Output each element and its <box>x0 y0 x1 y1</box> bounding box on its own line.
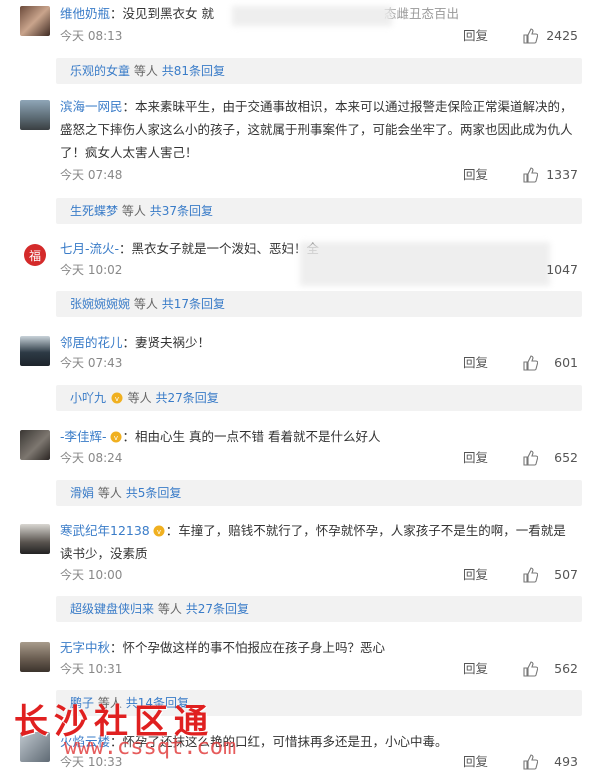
sub-reply-mid: 等人 <box>133 297 158 311</box>
reply-button[interactable]: 回复 <box>463 660 488 678</box>
timestamp: 今天 10:31 <box>60 662 123 676</box>
sub-reply-count[interactable]: 共37条回复 <box>150 204 213 218</box>
reply-button[interactable]: 回复 <box>463 753 488 771</box>
username[interactable]: 寒武纪年12138 <box>60 523 150 538</box>
avatar[interactable] <box>20 430 50 460</box>
thumbs-up-icon[interactable] <box>522 355 538 371</box>
sub-reply-count[interactable]: 共17条回复 <box>162 297 225 311</box>
vip-badge-icon: v <box>153 525 165 537</box>
svg-text:v: v <box>115 395 119 403</box>
thumbs-up-icon[interactable] <box>522 754 538 770</box>
timestamp: 今天 08:24 <box>60 451 123 465</box>
sub-replies[interactable]: 滑娟 等人 共5条回复 <box>56 480 582 506</box>
reply-button[interactable]: 回复 <box>463 354 488 372</box>
avatar[interactable]: 福 <box>20 240 50 270</box>
sub-reply-user[interactable]: 张婉婉婉婉 <box>70 297 130 311</box>
avatar[interactable] <box>20 524 50 554</box>
timestamp: 今天 08:13 <box>60 29 123 43</box>
sub-replies[interactable]: 张婉婉婉婉 等人 共17条回复 <box>56 291 582 317</box>
sub-replies[interactable]: 小吖九 v 等人 共27条回复 <box>56 385 582 411</box>
like-count: 2425 <box>546 28 578 43</box>
reply-button[interactable]: 回复 <box>463 566 488 584</box>
like-count: 562 <box>554 661 578 676</box>
comment-text: ：相由心生 真的一点不错 看着就不是什么好人 <box>122 429 381 444</box>
sub-reply-count[interactable]: 共81条回复 <box>162 64 225 78</box>
sub-reply-mid: 等人 <box>97 486 122 500</box>
watermark-url: www.cssqt.com <box>64 735 237 760</box>
svg-text:v: v <box>113 434 117 442</box>
sub-reply-count[interactable]: 共5条回复 <box>126 486 182 500</box>
sub-reply-user[interactable]: 超级键盘侠归来 <box>70 602 154 616</box>
comment-1: 维他奶瓶：没见到黑衣女 就 态雌丑态百出 今天 08:13 回复 2425 乐观的… <box>0 0 592 88</box>
avatar[interactable] <box>20 642 50 672</box>
reply-button[interactable]: 回复 <box>463 449 488 467</box>
username[interactable]: 邻居的花儿 <box>60 335 123 350</box>
sub-replies[interactable]: 超级键盘侠归来 等人 共27条回复 <box>56 596 582 622</box>
comment-4: 邻居的花儿：妻贤夫祸少！ 今天 07:43 回复 601 小吖九 v 等人 共2… <box>0 330 592 416</box>
thumbs-up-icon[interactable] <box>522 661 538 677</box>
username[interactable]: 无字中秋 <box>60 640 110 655</box>
vip-badge-icon: v <box>110 431 122 443</box>
username[interactable]: 维他奶瓶 <box>60 6 110 21</box>
avatar[interactable] <box>20 100 50 130</box>
sub-reply-user[interactable]: 滑娟 <box>70 486 94 500</box>
like-count: 507 <box>554 567 578 582</box>
comment-text: ：本来素昧平生，由于交通事故相识，本来可以通过报警走保险正常渠道解决的，盛怒之下… <box>60 99 573 160</box>
comment-3: 福 七月-流火-：黑衣女子就是一个泼妇、恶妇！全 今天 10:02 1047 张… <box>0 236 592 322</box>
sub-reply-user[interactable]: 小吖九 <box>70 391 106 405</box>
thumbs-up-icon[interactable] <box>522 450 538 466</box>
sub-reply-mid: 等人 <box>127 391 152 405</box>
comment-6: 寒武纪年12138 v ：车撞了，赔钱不就行了，怀孕就怀孕，人家孩子不是生的啊，一看… <box>0 516 592 626</box>
vip-badge-icon: v <box>111 392 123 404</box>
timestamp: 今天 07:43 <box>60 356 123 370</box>
thumbs-up-icon[interactable] <box>522 567 538 583</box>
like-count: 1047 <box>546 262 578 277</box>
blur-overlay <box>232 6 392 26</box>
reply-button[interactable]: 回复 <box>463 27 488 45</box>
sub-reply-count[interactable]: 共27条回复 <box>186 602 249 616</box>
avatar[interactable] <box>20 336 50 366</box>
reply-button[interactable]: 回复 <box>463 166 488 184</box>
username[interactable]: 滨海一网民 <box>60 99 123 114</box>
sub-reply-count[interactable]: 共27条回复 <box>156 391 219 405</box>
comment-2: 滨海一网民：本来素昧平生，由于交通事故相识，本来可以通过报警走保险正常渠道解决的… <box>0 92 592 232</box>
avatar[interactable] <box>20 6 50 36</box>
red-seal-icon: 福 <box>24 244 46 266</box>
sub-reply-mid: 等人 <box>121 204 146 218</box>
comment-text-tail: 态雌丑态百出 <box>384 6 460 21</box>
comment-5: -李佳辉-v ：相由心生 真的一点不错 看着就不是什么好人 今天 08:24 回复… <box>0 422 592 510</box>
svg-text:v: v <box>157 528 161 536</box>
sub-reply-mid: 等人 <box>157 602 182 616</box>
comment-text: ：没见到黑衣女 就 <box>110 6 214 21</box>
sub-replies[interactable]: 乐观的女童 等人 共81条回复 <box>56 58 582 84</box>
like-count: 1337 <box>546 167 578 182</box>
comment-text: ：妻贤夫祸少！ <box>122 335 211 350</box>
timestamp: 今天 07:48 <box>60 168 123 182</box>
timestamp: 今天 10:00 <box>60 568 123 582</box>
username[interactable]: -李佳辉- <box>60 429 107 444</box>
sub-reply-user[interactable]: 乐观的女童 <box>70 64 130 78</box>
thumbs-up-icon[interactable] <box>522 167 538 183</box>
comment-text: ：黑衣女子就是一个泼妇、恶妇！全 <box>119 241 320 256</box>
sub-reply-user[interactable]: 生死蝶梦 <box>70 204 118 218</box>
timestamp: 今天 10:02 <box>60 263 123 277</box>
like-count: 493 <box>554 754 578 769</box>
thumbs-up-icon[interactable] <box>522 28 538 44</box>
like-count: 601 <box>554 355 578 370</box>
comment-text: ：怀个孕做这样的事不怕报应在孩子身上吗？恶心 <box>110 640 386 655</box>
svg-text:福: 福 <box>29 248 41 263</box>
like-count: 652 <box>554 450 578 465</box>
username[interactable]: 七月-流火- <box>60 241 119 256</box>
sub-replies[interactable]: 生死蝶梦 等人 共37条回复 <box>56 198 582 224</box>
sub-reply-mid: 等人 <box>133 64 158 78</box>
